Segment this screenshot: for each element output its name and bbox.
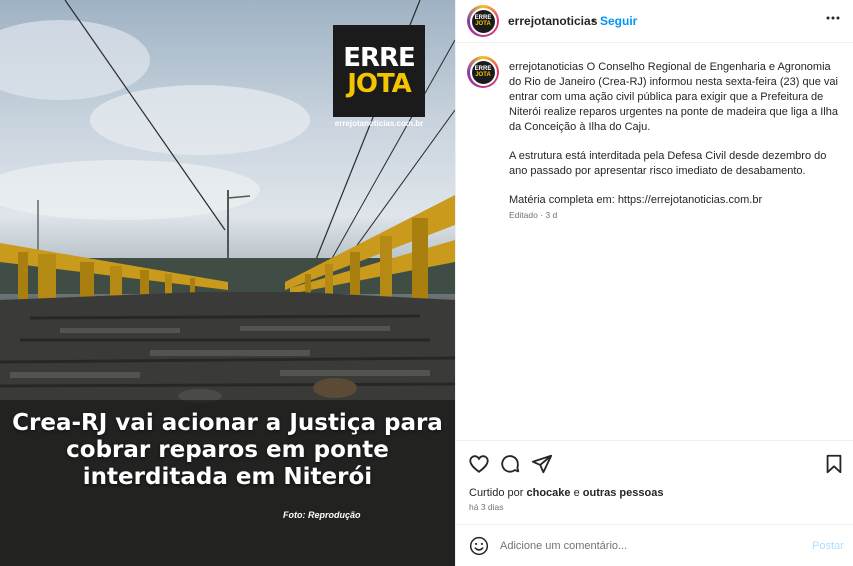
logo-url: errejotanoticias.com.br [334, 119, 424, 128]
caption-username[interactable]: errejotanoticias [509, 61, 584, 73]
caption-paragraph-1: errejotanoticias O Conselho Regional de … [509, 60, 839, 135]
liked-suffix: e [570, 487, 583, 499]
caption-avatar-inner: ERRE JOTA [469, 58, 497, 86]
username-link[interactable]: errejotanoticias [508, 14, 597, 28]
post-time-ago: há 3 dias [469, 502, 504, 512]
liked-prefix: Curtido por [469, 487, 527, 499]
heart-icon[interactable] [468, 453, 490, 475]
post-actions: Curtido por chocake e outras pessoas há … [456, 440, 853, 524]
caption-avatar[interactable]: ERRE JOTA [467, 56, 499, 88]
comment-icon[interactable] [499, 453, 521, 475]
edited-timestamp: Editado · 3 d [509, 210, 558, 220]
post-headline: Crea-RJ vai acionar a Justiça para cobra… [12, 410, 443, 490]
logo-jota-text: JOTA [347, 69, 412, 99]
share-icon[interactable] [531, 453, 553, 475]
caption-area: ERRE JOTA errejotanoticias O Conselho Re… [456, 44, 853, 440]
liked-user-link[interactable]: chocake [526, 487, 570, 499]
liked-by: Curtido por chocake e outras pessoas [469, 487, 663, 499]
errejota-logo: ERRE JOTA [333, 25, 425, 117]
caption-paragraph-2: A estrutura está interditada pela Defesa… [509, 150, 827, 177]
caption-text: errejotanoticias O Conselho Regional de … [509, 60, 839, 222]
caption-paragraph-3: Matéria completa em: https://errejotanot… [509, 194, 763, 206]
avatar-inner: ERRE JOTA [469, 7, 497, 35]
photo-credit: Foto: Reprodução [283, 510, 361, 520]
bookmark-icon[interactable] [823, 453, 845, 475]
follow-button[interactable]: Seguir [600, 14, 637, 28]
more-options-icon[interactable] [825, 10, 841, 31]
logo-erre-text: ERRE [343, 43, 416, 73]
avatar[interactable]: ERRE JOTA [467, 5, 499, 37]
post-comment-button[interactable]: Postar [812, 540, 844, 552]
liked-others-link[interactable]: outras pessoas [583, 487, 664, 499]
post-header: ERRE JOTA errejotanoticias • Seguir [456, 0, 853, 43]
caption-avatar-text-bottom: JOTA [475, 72, 491, 78]
emoji-icon[interactable] [469, 536, 489, 556]
avatar-text-bottom: JOTA [475, 21, 491, 27]
post-image[interactable]: ERRE JOTA errejotanoticias.com.br Crea-R… [0, 0, 455, 566]
comment-bar: Postar [456, 524, 853, 566]
post-side-panel: ERRE JOTA errejotanoticias • Seguir ERRE… [455, 0, 853, 566]
comment-input[interactable] [500, 536, 800, 556]
separator-dot: • [591, 14, 596, 28]
